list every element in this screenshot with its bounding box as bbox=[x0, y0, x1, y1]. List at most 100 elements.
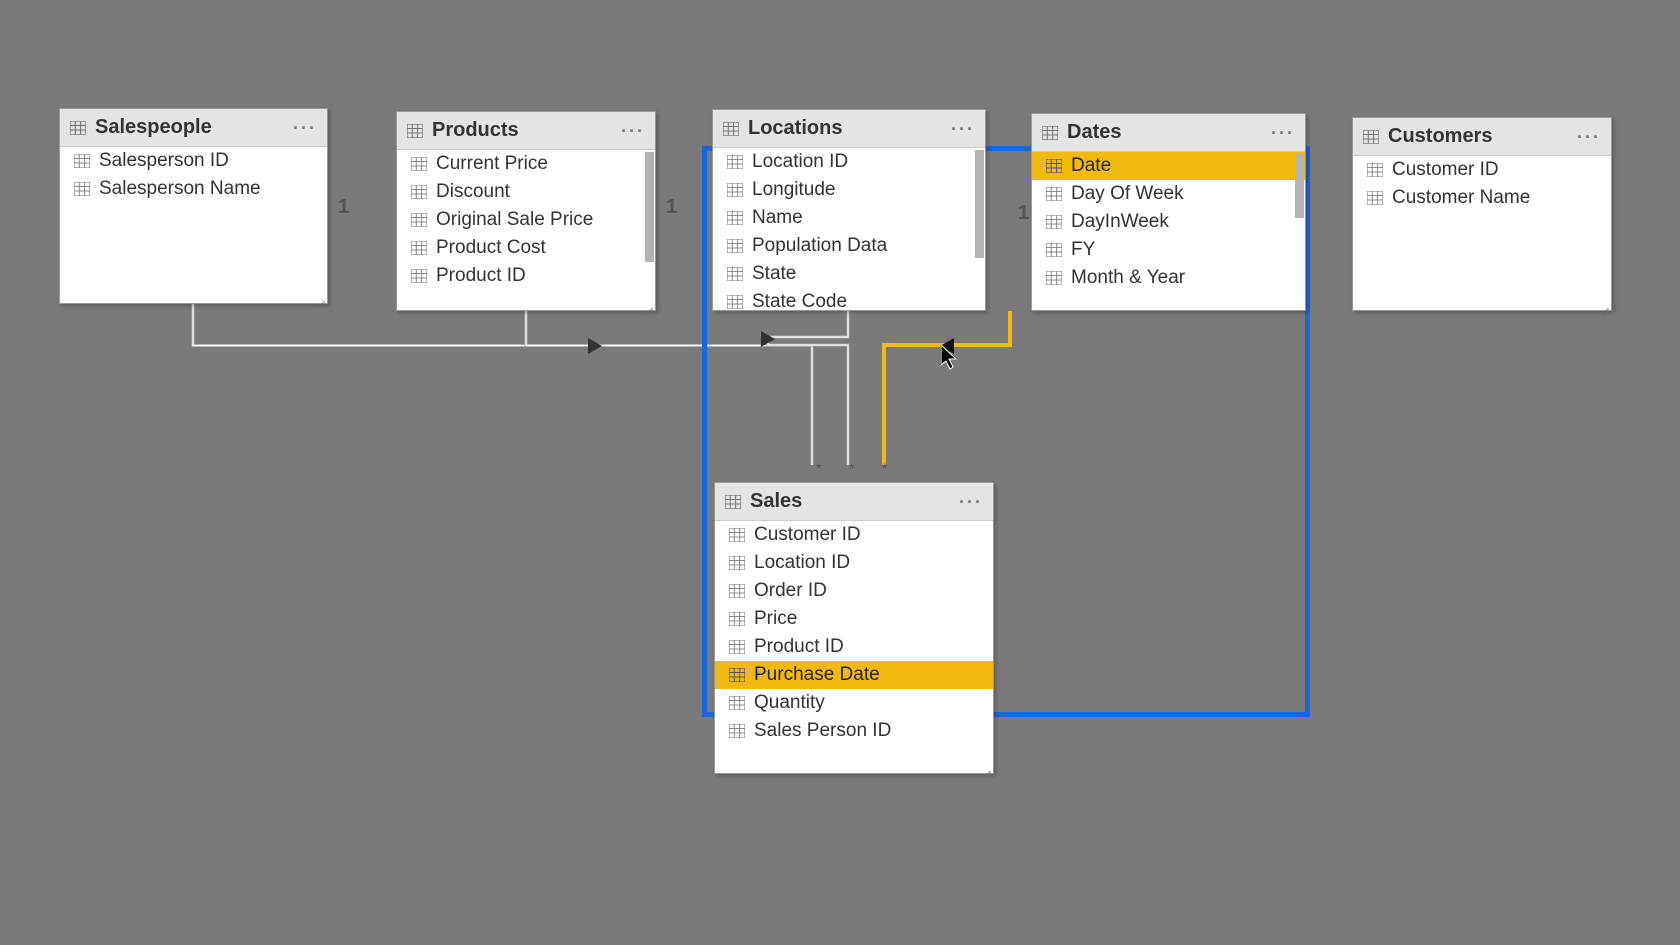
field-label: Price bbox=[754, 608, 797, 630]
table-header[interactable]: Locations ··· bbox=[713, 110, 985, 148]
field[interactable]: Product ID bbox=[397, 262, 655, 290]
column-icon bbox=[1046, 271, 1062, 285]
scrollbar[interactable] bbox=[1295, 154, 1304, 218]
column-icon bbox=[729, 640, 745, 654]
column-icon bbox=[74, 154, 90, 168]
field-label: Salesperson ID bbox=[99, 150, 229, 172]
field-label: Name bbox=[752, 207, 803, 229]
column-icon bbox=[1367, 191, 1383, 205]
field[interactable]: Month & Year bbox=[1032, 264, 1305, 292]
table-products[interactable]: Products ··· Current Price Discount Orig… bbox=[396, 111, 656, 311]
field[interactable]: Original Sale Price bbox=[397, 206, 655, 234]
field-label: Day Of Week bbox=[1071, 183, 1184, 205]
field[interactable]: Day Of Week bbox=[1032, 180, 1305, 208]
table-header[interactable]: Dates ··· bbox=[1032, 114, 1305, 152]
field-label: Location ID bbox=[752, 151, 848, 173]
field[interactable]: Customer Name bbox=[1353, 184, 1611, 212]
column-icon bbox=[411, 157, 427, 171]
scrollbar[interactable] bbox=[645, 152, 654, 262]
table-dates[interactable]: Dates ··· Date Day Of Week DayInWeek FY … bbox=[1031, 113, 1306, 311]
field-label: Order ID bbox=[754, 580, 827, 602]
table-salespeople[interactable]: Salespeople ··· Salesperson ID Salespers… bbox=[59, 108, 328, 304]
field[interactable]: Product Cost bbox=[397, 234, 655, 262]
cardinality-many-3: * bbox=[882, 460, 887, 476]
field[interactable]: Customer ID bbox=[1353, 156, 1611, 184]
field[interactable]: Quantity bbox=[715, 689, 993, 717]
field[interactable]: Customer ID bbox=[715, 521, 993, 549]
scrollbar[interactable] bbox=[975, 150, 984, 258]
table-header[interactable]: Salespeople ··· bbox=[60, 109, 327, 147]
column-icon bbox=[729, 668, 745, 682]
column-icon bbox=[727, 183, 743, 197]
table-customers[interactable]: Customers ··· Customer ID Customer Name bbox=[1352, 117, 1612, 311]
field-label: Product Cost bbox=[436, 237, 546, 259]
column-icon bbox=[1046, 159, 1062, 173]
table-title: Salespeople bbox=[95, 116, 212, 139]
field[interactable]: State bbox=[713, 260, 985, 288]
column-icon bbox=[729, 528, 745, 542]
field-selected[interactable]: Date bbox=[1032, 152, 1305, 180]
field-label: Longitude bbox=[752, 179, 835, 201]
field[interactable]: Salesperson Name bbox=[60, 175, 327, 203]
resize-grip[interactable] bbox=[981, 761, 991, 771]
field[interactable]: Price bbox=[715, 605, 993, 633]
table-sales[interactable]: Sales ··· Customer ID Location ID Order … bbox=[714, 482, 994, 774]
field[interactable]: Discount bbox=[397, 178, 655, 206]
field[interactable]: Product ID bbox=[715, 633, 993, 661]
more-icon[interactable]: ··· bbox=[293, 123, 317, 133]
resize-grip[interactable] bbox=[1599, 298, 1609, 308]
table-header[interactable]: Customers ··· bbox=[1353, 118, 1611, 156]
field-label: Customer Name bbox=[1392, 187, 1530, 209]
more-icon[interactable]: ··· bbox=[959, 497, 983, 507]
field[interactable]: State Code bbox=[713, 288, 985, 310]
field[interactable]: DayInWeek bbox=[1032, 208, 1305, 236]
resize-grip[interactable] bbox=[643, 298, 653, 308]
column-icon bbox=[1367, 163, 1383, 177]
table-icon bbox=[1042, 126, 1058, 140]
table-icon bbox=[70, 121, 86, 135]
column-icon bbox=[411, 213, 427, 227]
more-icon[interactable]: ··· bbox=[1271, 128, 1295, 138]
field[interactable]: Location ID bbox=[713, 148, 985, 176]
field[interactable]: Sales Person ID bbox=[715, 717, 993, 745]
field-label: Product ID bbox=[754, 636, 844, 658]
more-icon[interactable]: ··· bbox=[621, 126, 645, 136]
field-label: Discount bbox=[436, 181, 510, 203]
field-label: Date bbox=[1071, 155, 1111, 177]
column-icon bbox=[1046, 243, 1062, 257]
column-icon bbox=[729, 612, 745, 626]
field[interactable]: Salesperson ID bbox=[60, 147, 327, 175]
column-icon bbox=[727, 239, 743, 253]
resize-grip[interactable] bbox=[315, 291, 325, 301]
field-label: Month & Year bbox=[1071, 267, 1185, 289]
cardinality-one: 1 bbox=[1018, 202, 1029, 225]
model-canvas[interactable]: 1 1 1 * * * Salespeople ··· Salesperson … bbox=[0, 0, 1680, 945]
table-title: Sales bbox=[750, 490, 802, 513]
field[interactable]: Name bbox=[713, 204, 985, 232]
field[interactable]: Longitude bbox=[713, 176, 985, 204]
column-icon bbox=[729, 556, 745, 570]
more-icon[interactable]: ··· bbox=[1577, 132, 1601, 142]
table-header[interactable]: Sales ··· bbox=[715, 483, 993, 521]
field-label: Purchase Date bbox=[754, 664, 880, 686]
field[interactable]: Population Data bbox=[713, 232, 985, 260]
column-icon bbox=[727, 211, 743, 225]
table-header[interactable]: Products ··· bbox=[397, 112, 655, 150]
table-title: Products bbox=[432, 119, 519, 142]
table-locations[interactable]: Locations ··· Location ID Longitude Name… bbox=[712, 109, 986, 311]
field[interactable]: Location ID bbox=[715, 549, 993, 577]
field-selected[interactable]: Purchase Date bbox=[715, 661, 993, 689]
field[interactable]: FY bbox=[1032, 236, 1305, 264]
table-icon bbox=[723, 122, 739, 136]
column-icon bbox=[729, 724, 745, 738]
cardinality-one: 1 bbox=[338, 196, 349, 219]
table-title: Locations bbox=[748, 117, 842, 140]
more-icon[interactable]: ··· bbox=[951, 124, 975, 134]
mouse-cursor bbox=[941, 345, 959, 371]
field[interactable]: Order ID bbox=[715, 577, 993, 605]
field-label: Population Data bbox=[752, 235, 887, 257]
column-icon bbox=[1046, 187, 1062, 201]
column-icon bbox=[74, 182, 90, 196]
field-label: State Code bbox=[752, 291, 847, 310]
field[interactable]: Current Price bbox=[397, 150, 655, 178]
